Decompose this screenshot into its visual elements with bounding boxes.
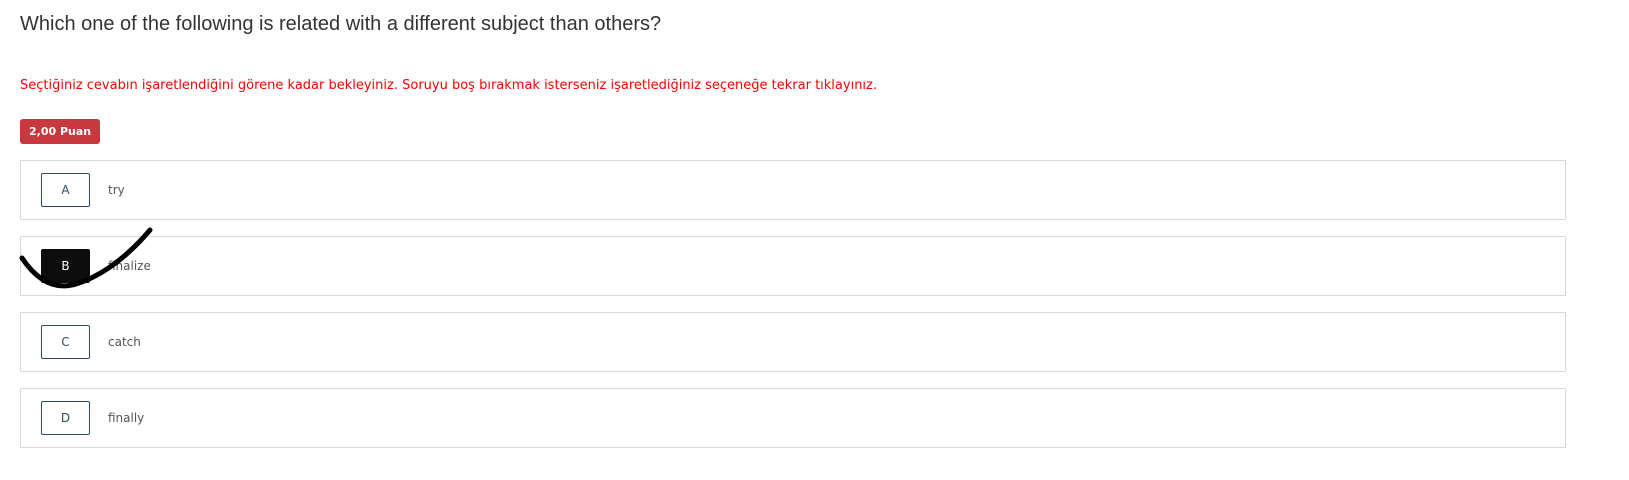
option-text-d: finally — [108, 411, 145, 425]
points-badge: 2,00 Puan — [20, 119, 101, 144]
option-letter-c[interactable]: C — [41, 325, 90, 359]
question-title: Which one of the following is related wi… — [20, 13, 662, 35]
option-text-b: finalize — [108, 259, 151, 273]
option-b[interactable]: B finalize — [20, 236, 1566, 296]
option-d[interactable]: D finally — [20, 388, 1566, 448]
option-text-c: catch — [108, 335, 141, 349]
option-a[interactable]: A try — [20, 160, 1566, 220]
option-letter-b[interactable]: B — [41, 249, 90, 283]
option-letter-a[interactable]: A — [41, 173, 90, 207]
option-c[interactable]: C catch — [20, 312, 1566, 372]
answer-instruction: Seçtiğiniz cevabın işaretlendiğini gören… — [20, 78, 877, 93]
option-text-a: try — [108, 183, 125, 197]
option-letter-d[interactable]: D — [41, 401, 90, 435]
